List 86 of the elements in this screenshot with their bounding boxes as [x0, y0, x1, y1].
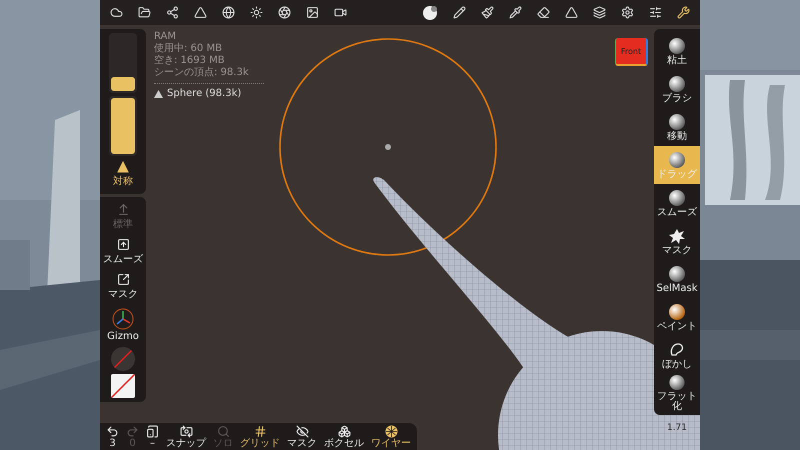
sliders-icon — [649, 6, 662, 19]
sphere-icon — [668, 264, 686, 282]
toolbar-button[interactable]: ワイヤー — [369, 424, 413, 448]
square-arrow-icon — [116, 273, 130, 286]
tool-button[interactable]: Gizmo — [107, 306, 139, 344]
upload-icon — [116, 203, 130, 216]
image-icon — [306, 6, 319, 19]
tools-button[interactable] — [675, 4, 692, 21]
toolbar-button[interactable]: – — [144, 424, 161, 448]
tool-button[interactable]: スムーズ — [103, 236, 143, 268]
eye-off-icon — [296, 424, 308, 438]
pencil-icon — [453, 6, 466, 19]
triangle-icon — [565, 6, 578, 19]
video-icon — [334, 6, 347, 19]
triangle-button[interactable] — [192, 4, 209, 21]
splat-icon — [668, 226, 686, 244]
settings-icon — [621, 6, 634, 19]
brush-tool[interactable]: ぼかし — [654, 336, 700, 374]
paintbrush-button[interactable] — [479, 4, 496, 21]
aperture-icon — [278, 6, 291, 19]
brush-tool[interactable]: フラット化 — [654, 374, 700, 412]
paintbrush-icon — [481, 6, 494, 19]
pipette-icon — [509, 6, 522, 19]
sphere-icon — [668, 36, 686, 54]
color-swatch[interactable] — [111, 374, 135, 398]
triangle-button[interactable] — [563, 4, 580, 21]
globe-icon — [222, 6, 235, 19]
sphere-icon — [668, 74, 686, 92]
wrench-icon — [677, 6, 690, 19]
layers-icon — [593, 6, 606, 19]
sun-button[interactable] — [248, 4, 265, 21]
toolbar-button[interactable]: 3 — [104, 424, 121, 448]
grid-icon — [254, 424, 266, 438]
cloud-icon — [110, 6, 123, 19]
sliders-button[interactable] — [647, 4, 664, 21]
status-text: 1.71 — [666, 423, 688, 433]
brush-tool[interactable]: 粘土 — [654, 32, 700, 70]
stats-text: RAM — [154, 31, 178, 42]
eraser-icon — [537, 6, 550, 19]
stats-text: 空き: 1693 MB — [154, 55, 226, 66]
share-button[interactable] — [164, 4, 181, 21]
smudge-icon — [668, 340, 686, 358]
toolbar-button[interactable]: マスク — [285, 424, 319, 448]
sphere-icon — [668, 302, 686, 320]
globe-button[interactable] — [220, 4, 237, 21]
boxes-icon — [338, 424, 350, 438]
tablet-icon — [146, 424, 159, 438]
brush-tool[interactable]: SelMask — [654, 260, 700, 298]
share-icon — [166, 6, 179, 19]
mesh-icon — [154, 90, 163, 98]
eraser-button[interactable] — [535, 4, 552, 21]
undo-icon — [106, 424, 119, 438]
stats-text: 使用中: 60 MB — [154, 43, 223, 54]
pipette-button[interactable] — [507, 4, 524, 21]
brush-tool[interactable]: ブラシ — [654, 70, 700, 108]
sphere-icon — [422, 4, 438, 20]
toolbar-button[interactable]: ボクセル — [322, 424, 366, 448]
brush-tool[interactable]: スムーズ — [654, 184, 700, 222]
brush-tool[interactable]: ペイント — [654, 298, 700, 336]
brush-tool[interactable]: 移動 — [654, 108, 700, 146]
sphere-icon — [668, 150, 686, 168]
color-swatch[interactable] — [111, 347, 135, 371]
tool-button[interactable]: マスク — [108, 271, 138, 303]
folder-icon — [138, 6, 151, 19]
symmetry-button[interactable]: 対称 — [113, 159, 133, 190]
brush-tool[interactable]: マスク — [654, 222, 700, 260]
redo-icon — [126, 424, 139, 438]
layers-button[interactable] — [591, 4, 608, 21]
gizmo-icon — [112, 308, 134, 330]
sphere-icon — [668, 112, 686, 130]
triangle-icon — [194, 6, 207, 19]
toolbar-button[interactable]: スナップ — [164, 424, 208, 448]
sphere-icon — [668, 188, 686, 206]
image-button[interactable] — [304, 4, 321, 21]
sun-icon — [250, 6, 263, 19]
camera-icon — [180, 424, 192, 438]
settings-button[interactable] — [619, 4, 636, 21]
aperture-button[interactable] — [276, 4, 293, 21]
stats-text: シーンの頂点: 98.3k — [154, 67, 250, 79]
toolbar-button[interactable]: グリッド — [238, 424, 282, 448]
sphere-icon — [668, 374, 686, 391]
object-name: Sphere (98.3k) — [167, 88, 242, 100]
view-cube[interactable]: Front — [615, 38, 648, 66]
search-icon — [216, 424, 230, 438]
pencil-button[interactable] — [451, 4, 468, 21]
slider[interactable] — [109, 33, 137, 93]
